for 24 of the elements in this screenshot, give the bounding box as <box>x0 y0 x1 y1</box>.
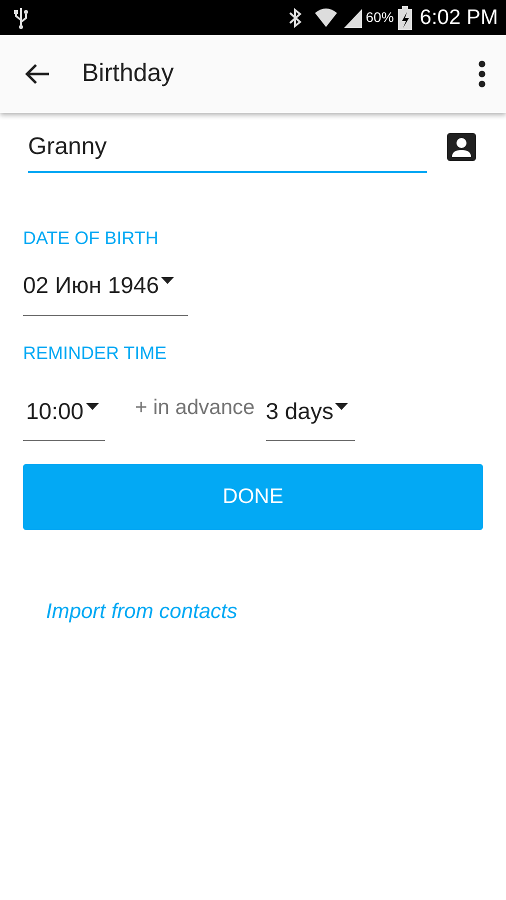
date-dropdown[interactable]: 02 Июн 1946 <box>23 268 188 316</box>
signal-icon <box>342 8 362 28</box>
section-label: REMINDER TIME <box>23 342 168 364</box>
back-arrow-icon <box>24 63 50 85</box>
wifi-icon <box>314 6 338 28</box>
contact-button[interactable] <box>447 133 476 161</box>
caret-icon <box>161 277 174 286</box>
advance-label: + in advance <box>135 394 255 420</box>
screen-title: Birthday <box>82 58 174 90</box>
section-label: DATE OF BIRTH <box>23 227 160 250</box>
name-field[interactable]: Granny <box>28 125 427 173</box>
back-button[interactable] <box>24 63 50 85</box>
caret-icon <box>335 402 348 411</box>
more-vertical-icon <box>478 60 486 88</box>
contact-icon <box>447 133 476 161</box>
more-options-button[interactable] <box>478 60 486 88</box>
clock-time: 6:02 PM <box>420 4 498 31</box>
caret-icon <box>86 402 99 411</box>
battery-charging-icon <box>398 6 412 30</box>
battery-percent: 60% <box>366 8 394 27</box>
advance-dropdown[interactable]: 3 days <box>266 394 355 441</box>
bluetooth-icon <box>288 8 302 28</box>
usb-icon <box>14 6 28 28</box>
time-dropdown[interactable]: 10:00 <box>23 394 105 441</box>
